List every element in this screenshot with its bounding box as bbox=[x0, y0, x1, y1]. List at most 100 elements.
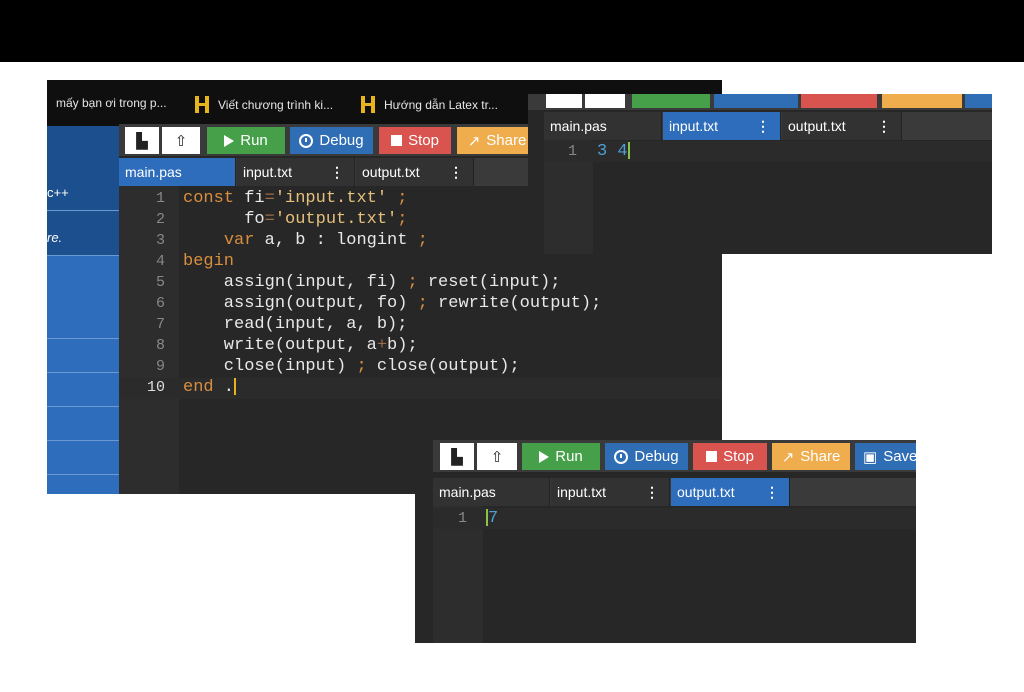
sidebar-item[interactable] bbox=[47, 338, 119, 373]
debug-label: Debug bbox=[319, 132, 364, 149]
input-content: 3 4 bbox=[597, 142, 630, 161]
code-line-4: begin bbox=[183, 252, 235, 271]
new-file-button[interactable] bbox=[546, 94, 582, 108]
share-button[interactable]: ↗ Share bbox=[457, 127, 537, 154]
share-icon: ↗ bbox=[781, 448, 795, 466]
code-line-1: const fi='input.txt' ; bbox=[183, 189, 408, 208]
stop-button[interactable] bbox=[801, 94, 877, 108]
bookmark-item[interactable]: Viết chương trình ki... bbox=[195, 96, 333, 113]
bookmark-item[interactable]: Hướng dẫn Latex tr... bbox=[361, 96, 498, 113]
play-icon bbox=[224, 134, 235, 147]
tab-menu-icon[interactable]: ⋮ bbox=[330, 158, 344, 186]
code-line-10: end . bbox=[183, 378, 237, 397]
share-label: Share bbox=[800, 448, 841, 465]
tab-menu-icon[interactable]: ⋮ bbox=[877, 112, 891, 140]
debug-button[interactable] bbox=[714, 94, 798, 108]
play-icon bbox=[539, 450, 550, 463]
output-content: 7 bbox=[486, 509, 499, 528]
new-file-button[interactable]: ▙ bbox=[125, 127, 159, 154]
bookmark-item[interactable]: mấy bạn ơi trong p... bbox=[56, 96, 167, 110]
code-line-6: assign(output, fo) ; rewrite(output); bbox=[183, 294, 602, 313]
tab-label: input.txt bbox=[557, 484, 607, 500]
save-button[interactable]: ▣ Save bbox=[855, 443, 916, 470]
code-line-7: read(input, a, b); bbox=[183, 315, 408, 334]
tab-menu-icon[interactable]: ⋮ bbox=[756, 112, 770, 140]
save-label: Save bbox=[883, 448, 916, 465]
run-button[interactable] bbox=[632, 94, 710, 108]
sidebar-item[interactable] bbox=[47, 406, 119, 441]
upload-button[interactable] bbox=[585, 94, 625, 108]
bookmark-label: mấy bạn ơi trong p... bbox=[56, 96, 167, 110]
bookmark-label: Hướng dẫn Latex tr... bbox=[384, 97, 498, 112]
tab-menu-icon[interactable]: ⋮ bbox=[765, 478, 779, 506]
code-line-2: fo='output.txt'; bbox=[183, 210, 408, 229]
sidebar-item[interactable] bbox=[47, 440, 119, 475]
file-tabs: main.pas input.txt ⋮ output.txt ⋮ bbox=[433, 478, 916, 506]
debug-button[interactable]: Debug bbox=[290, 127, 373, 154]
upload-button[interactable]: ⇧ bbox=[477, 443, 517, 470]
tab-output-txt[interactable]: output.txt ⋮ bbox=[356, 158, 474, 186]
editor-toolbar bbox=[528, 94, 992, 110]
debug-button[interactable]: Debug bbox=[605, 443, 688, 470]
run-label: Run bbox=[555, 448, 583, 465]
stop-label: Stop bbox=[723, 448, 754, 465]
stop-button[interactable]: Stop bbox=[379, 127, 451, 154]
new-file-icon: ▙ bbox=[136, 132, 148, 150]
tab-input-txt[interactable]: input.txt ⋮ bbox=[237, 158, 355, 186]
run-label: Run bbox=[240, 132, 268, 149]
bookmark-h-icon bbox=[195, 96, 209, 113]
sidebar-item[interactable] bbox=[47, 304, 119, 339]
code-line-5: assign(input, fi) ; reset(input); bbox=[183, 273, 561, 292]
run-button[interactable]: Run bbox=[522, 443, 600, 470]
output-file-window: ▙ ⇧ Run Debug Stop ↗ Share ▣ Save main.p… bbox=[415, 440, 916, 643]
black-top-bar bbox=[0, 0, 1024, 62]
share-label: Share bbox=[486, 132, 527, 149]
editor-toolbar: ▙ ⇧ Run Debug Stop ↗ Share ▣ Save bbox=[433, 440, 916, 472]
tab-menu-icon[interactable]: ⋮ bbox=[449, 158, 463, 186]
tab-main-pas[interactable]: main.pas bbox=[544, 112, 662, 140]
debug-icon bbox=[299, 133, 314, 148]
new-file-icon: ▙ bbox=[451, 448, 463, 466]
text-cursor bbox=[627, 142, 630, 160]
tab-label: main.pas bbox=[125, 164, 182, 180]
input-file-window: main.pas input.txt ⋮ output.txt ⋮ 1 3 4 bbox=[528, 94, 992, 254]
tab-menu-icon[interactable]: ⋮ bbox=[645, 478, 659, 506]
stop-button[interactable]: Stop bbox=[693, 443, 767, 470]
tab-input-txt[interactable]: input.txt ⋮ bbox=[663, 112, 781, 140]
tab-output-txt[interactable]: output.txt ⋮ bbox=[782, 112, 902, 140]
save-icon: ▣ bbox=[863, 448, 878, 466]
code-line-8: write(output, a+b); bbox=[183, 336, 418, 355]
sidebar-item-cpp[interactable]: c++ bbox=[47, 176, 119, 211]
tab-label: output.txt bbox=[677, 484, 735, 500]
tab-label: main.pas bbox=[439, 484, 496, 500]
save-button[interactable] bbox=[965, 94, 992, 108]
bookmark-h-icon bbox=[361, 96, 375, 113]
share-button[interactable]: ↗ Share bbox=[772, 443, 850, 470]
new-file-button[interactable]: ▙ bbox=[440, 443, 474, 470]
debug-label: Debug bbox=[634, 448, 679, 465]
tab-main-pas[interactable]: main.pas bbox=[433, 478, 550, 506]
tab-label: output.txt bbox=[788, 118, 846, 134]
code-line-9: close(input) ; close(output); bbox=[183, 357, 520, 376]
sidebar-item-share[interactable]: re. bbox=[47, 221, 119, 256]
share-button[interactable] bbox=[882, 94, 962, 108]
stop-label: Stop bbox=[408, 132, 439, 149]
tab-label: input.txt bbox=[243, 164, 293, 180]
stop-icon bbox=[391, 135, 403, 146]
input-editor[interactable]: 3 4 bbox=[597, 141, 977, 241]
upload-button[interactable]: ⇧ bbox=[162, 127, 200, 154]
text-cursor bbox=[234, 378, 237, 396]
sidebar-item[interactable] bbox=[47, 372, 119, 407]
stop-icon bbox=[706, 451, 718, 462]
tab-input-txt[interactable]: input.txt ⋮ bbox=[551, 478, 670, 506]
tab-label: main.pas bbox=[550, 118, 607, 134]
share-icon: ↗ bbox=[467, 132, 481, 150]
output-editor[interactable]: 7 bbox=[486, 508, 906, 608]
run-button[interactable]: Run bbox=[207, 127, 285, 154]
upload-icon: ⇧ bbox=[490, 448, 504, 466]
bookmark-label: Viết chương trình ki... bbox=[218, 97, 334, 112]
sidebar: c++ re. bbox=[47, 126, 119, 494]
tab-output-txt[interactable]: output.txt ⋮ bbox=[671, 478, 790, 506]
debug-icon bbox=[614, 449, 629, 464]
tab-main-pas[interactable]: main.pas bbox=[119, 158, 236, 186]
